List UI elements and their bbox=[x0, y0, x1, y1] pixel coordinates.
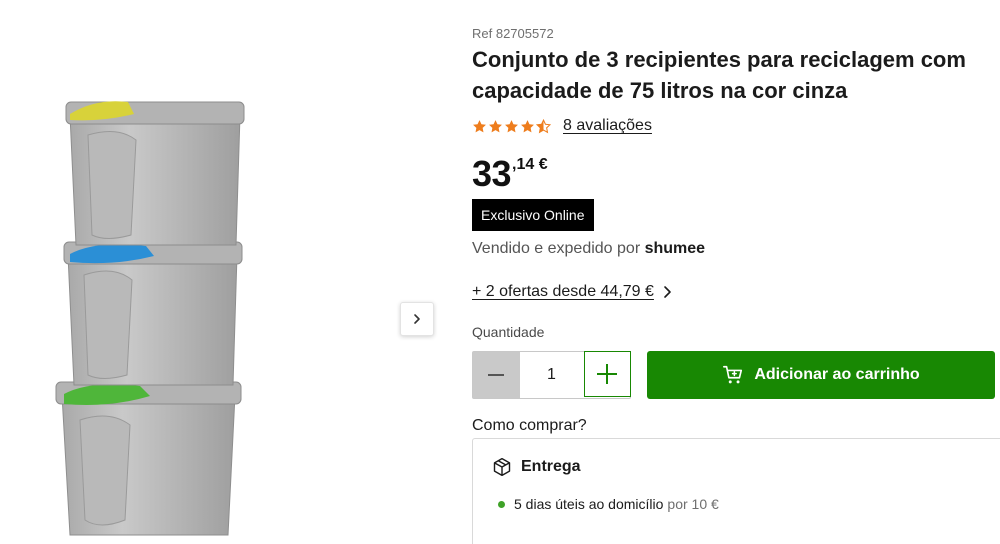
other-offers-link[interactable]: + 2 ofertas desde 44,79 € bbox=[472, 283, 672, 301]
star-icon bbox=[521, 119, 534, 132]
star-half-icon bbox=[536, 118, 551, 133]
reviews-link[interactable]: 8 avaliações bbox=[563, 117, 652, 135]
product-image bbox=[55, 101, 245, 536]
quantity-decrease-button[interactable] bbox=[473, 352, 520, 398]
chevron-right-icon bbox=[414, 314, 420, 324]
delivery-box: Entrega 5 dias úteis ao domicílio por 10… bbox=[472, 438, 1000, 544]
product-ref: Ref 82705572 bbox=[472, 26, 554, 41]
add-to-cart-label: Adicionar ao carrinho bbox=[754, 366, 920, 383]
price-decimal: ,14 € bbox=[512, 156, 548, 173]
minus-icon bbox=[488, 374, 505, 376]
quantity-input[interactable] bbox=[519, 352, 584, 398]
product-info: Ref 82705572 Conjunto de 3 recipientes p… bbox=[472, 0, 1000, 544]
seller-info: Vendido e expedido por shumee bbox=[472, 240, 705, 258]
rating: 8 avaliações bbox=[472, 116, 652, 136]
delivery-option-price: por 10 € bbox=[667, 496, 719, 512]
add-to-cart-button[interactable]: Adicionar ao carrinho bbox=[647, 351, 995, 399]
price: 33 ,14 € bbox=[472, 154, 548, 194]
next-image-button[interactable] bbox=[400, 302, 434, 336]
delivery-option-text: 5 dias úteis ao domicílio bbox=[514, 496, 664, 512]
quantity-increase-button[interactable] bbox=[583, 351, 631, 397]
chevron-right-icon bbox=[664, 286, 671, 298]
rating-stars bbox=[472, 118, 551, 134]
star-icon bbox=[473, 119, 486, 132]
delivery-header: Entrega bbox=[492, 457, 581, 477]
seller-name[interactable]: shumee bbox=[645, 240, 705, 257]
quantity-label: Quantidade bbox=[472, 324, 545, 340]
price-integer: 33 bbox=[472, 153, 512, 194]
package-icon bbox=[493, 457, 511, 477]
availability-dot bbox=[498, 500, 505, 508]
other-offers-label: + 2 ofertas desde 44,79 € bbox=[472, 283, 654, 300]
product-title: Conjunto de 3 recipientes para reciclage… bbox=[472, 47, 966, 103]
cart-icon bbox=[723, 365, 743, 384]
plus-icon bbox=[597, 364, 618, 384]
star-icon bbox=[505, 119, 518, 132]
product-gallery bbox=[0, 0, 440, 544]
how-to-buy-heading: Como comprar? bbox=[472, 417, 587, 434]
online-exclusive-badge: Exclusivo Online bbox=[472, 199, 594, 231]
star-icon bbox=[489, 119, 502, 132]
seller-prefix: Vendido e expedido por bbox=[472, 240, 641, 257]
quantity-stepper bbox=[472, 351, 631, 399]
delivery-option: 5 dias úteis ao domicílio por 10 € bbox=[498, 496, 719, 512]
delivery-title: Entrega bbox=[521, 458, 581, 475]
